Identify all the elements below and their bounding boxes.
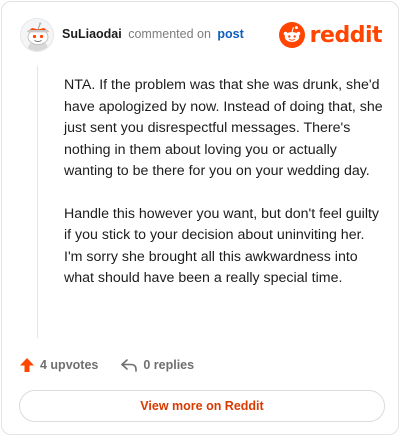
reddit-wordmark: reddit	[309, 22, 383, 48]
replies-button[interactable]: 0 replies	[120, 357, 194, 373]
comment-paragraph-1: NTA. If the problem was that she was dru…	[64, 77, 383, 179]
comment-paragraph-2: Handle this however you want, but don't …	[64, 205, 380, 287]
reply-arrow-icon	[121, 359, 138, 372]
view-more-button[interactable]: View more on Reddit	[19, 390, 385, 422]
reply-count: 0 replies	[143, 358, 195, 372]
upvote-button[interactable]: 4 upvotes	[19, 357, 98, 373]
comment-header: SuLiaodai commented on post reddit	[20, 18, 383, 54]
thread-line	[37, 66, 38, 338]
reddit-logo-icon	[278, 22, 305, 48]
commented-on-text: commented on	[128, 27, 211, 41]
avatar-snoo-icon	[21, 19, 53, 51]
reddit-logo[interactable]: reddit	[278, 20, 383, 50]
view-more-label: View more on Reddit	[140, 399, 264, 413]
embedded-comment-card: SuLiaodai commented on post reddit NTA. …	[1, 1, 399, 435]
post-link[interactable]: post	[217, 27, 243, 41]
comment-body: NTA. If the problem was that she was dru…	[64, 75, 384, 311]
author-name[interactable]: SuLiaodai	[62, 27, 122, 41]
user-avatar[interactable]	[20, 18, 54, 52]
upvote-arrow-icon	[20, 358, 34, 372]
comment-actions: 4 upvotes 0 replies	[19, 354, 194, 376]
upvote-count: 4 upvotes	[40, 358, 99, 372]
author-line: SuLiaodai commented on post	[62, 27, 244, 41]
